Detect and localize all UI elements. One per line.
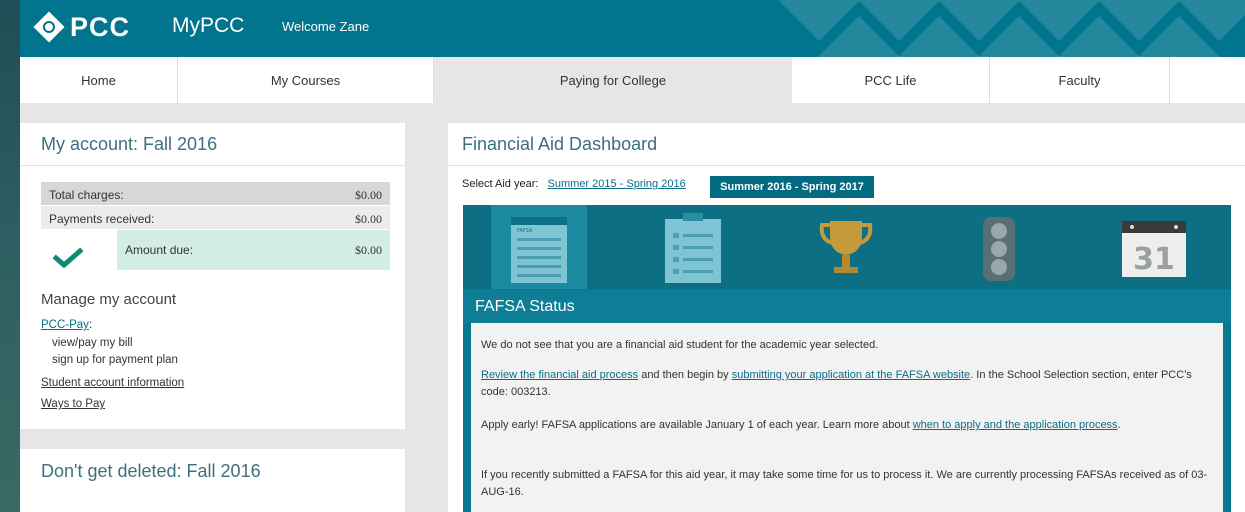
welcome-message: Welcome Zane xyxy=(282,19,370,34)
processing-message: If you recently submitted a FAFSA for th… xyxy=(481,469,1208,498)
pcc-pay-subitem: sign up for payment plan xyxy=(52,354,178,366)
app-name[interactable]: MyPCC xyxy=(172,14,244,38)
amount-due-label: Amount due: xyxy=(125,243,194,257)
pcc-pay-link[interactable]: PCC-Pay xyxy=(41,319,89,331)
calendar-tile[interactable]: 31 xyxy=(1106,205,1202,289)
total-charges-value: $0.00 xyxy=(355,188,382,202)
payments-received-value: $0.00 xyxy=(355,212,382,226)
aid-year-option[interactable]: Summer 2015 - Spring 2016 xyxy=(548,178,686,190)
fafsa-website-link[interactable]: submitting your application at the FAFSA… xyxy=(732,369,970,381)
review-process-link[interactable]: Review the financial aid process xyxy=(481,369,638,381)
main-nav: Home My Courses Paying for College PCC L… xyxy=(20,57,1245,103)
ways-to-pay-link[interactable]: Ways to Pay xyxy=(41,398,105,410)
fafsa-status-bar: FAFSA Status xyxy=(463,290,1231,323)
apply-early-message: Apply early! FAFSA applications are avai… xyxy=(481,417,1211,434)
aid-year-selector: Select Aid year: Summer 2015 - Spring 20… xyxy=(462,178,686,190)
total-charges-row: Total charges: $0.00 xyxy=(41,182,390,205)
traffic-light-icon xyxy=(983,217,1015,281)
logo-text: PCC xyxy=(70,11,131,42)
dashboard-icon-strip: FAFSA 31 xyxy=(463,205,1231,289)
fafsa-status-title: FAFSA Status xyxy=(475,298,575,315)
pcc-pay-line: PCC-Pay: xyxy=(41,319,92,331)
text-span: and then begin by xyxy=(638,369,732,381)
calendar-icon-label: 31 xyxy=(1133,242,1175,277)
trophy-tile[interactable] xyxy=(798,205,894,289)
pcc-logo-icon xyxy=(33,11,65,43)
aid-year-option-selected[interactable]: Summer 2016 - Spring 2017 xyxy=(710,176,874,198)
text-span: . xyxy=(1117,419,1121,431)
my-account-card: My account: Fall 2016 Total charges: $0.… xyxy=(20,123,405,429)
fafsa-status-content: We do not see that you are a financial a… xyxy=(471,323,1223,512)
calendar-icon: 31 xyxy=(1122,221,1186,277)
text-span: Apply early! FAFSA applications are avai… xyxy=(481,419,913,431)
manage-account-title: Manage my account xyxy=(41,291,177,308)
pcc-logo[interactable]: PCC xyxy=(33,11,131,43)
fafsa-form-icon: FAFSA xyxy=(511,217,567,283)
status-message: We do not see that you are a financial a… xyxy=(481,339,879,351)
payments-received-row: Payments received: $0.00 xyxy=(41,206,390,229)
checklist-tile[interactable] xyxy=(645,205,741,289)
nav-faculty[interactable]: Faculty xyxy=(990,57,1170,103)
my-account-title: My account: Fall 2016 xyxy=(41,134,218,154)
top-header: PCC MyPCC Welcome Zane xyxy=(20,0,1245,57)
status-instructions: Review the financial aid process and the… xyxy=(481,367,1211,401)
traffic-light-tile[interactable] xyxy=(951,205,1047,289)
checklist-icon xyxy=(665,213,721,283)
checkmark-icon xyxy=(53,248,83,268)
pcc-pay-colon: : xyxy=(88,319,93,331)
nav-home[interactable]: Home xyxy=(20,57,178,103)
financial-aid-title: Financial Aid Dashboard xyxy=(462,134,658,154)
payments-received-label: Payments received: xyxy=(49,212,155,226)
total-charges-label: Total charges: xyxy=(49,188,124,202)
dont-get-deleted-card: Don't get deleted: Fall 2016 xyxy=(20,449,405,512)
pcc-pay-subitem: view/pay my bill xyxy=(52,337,133,349)
amount-due-row: Amount due: $0.00 xyxy=(117,230,390,270)
fafsa-tile[interactable]: FAFSA xyxy=(491,205,587,289)
amount-due-value: $0.00 xyxy=(355,243,382,257)
nav-pcc-life[interactable]: PCC Life xyxy=(792,57,990,103)
financial-aid-dashboard: FAFSA 31 FAFSA Status We do not see that… xyxy=(463,205,1231,512)
select-aid-year-label: Select Aid year: xyxy=(462,178,539,190)
student-account-info-link[interactable]: Student account information xyxy=(41,377,184,389)
nav-paying-for-college[interactable]: Paying for College xyxy=(434,57,792,103)
trophy-icon xyxy=(819,221,873,273)
nav-my-courses[interactable]: My Courses xyxy=(178,57,434,103)
page-frame: PCC MyPCC Welcome Zane Home My Courses P… xyxy=(20,0,1245,512)
dont-get-deleted-title: Don't get deleted: Fall 2016 xyxy=(41,461,261,481)
nav-item-empty[interactable] xyxy=(1170,57,1245,103)
when-to-apply-link[interactable]: when to apply and the application proces… xyxy=(913,419,1118,431)
fafsa-icon-label: FAFSA xyxy=(517,228,533,234)
